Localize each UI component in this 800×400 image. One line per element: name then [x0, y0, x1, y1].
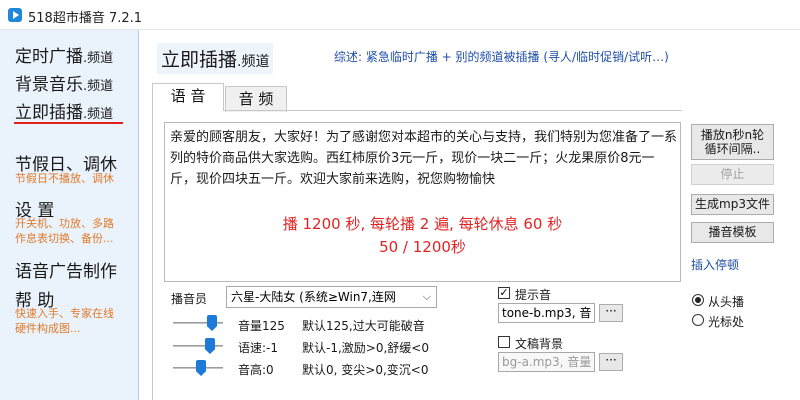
generate-mp3-button[interactable]: 生成mp3文件: [691, 194, 774, 215]
sidebar-holiday-desc: 节假日不播放、调休: [15, 172, 114, 185]
message-textarea[interactable]: 亲爱的顾客朋友，大家好！为了感谢您对本超市的关心与支持，我们特别为您准备了一系列…: [164, 122, 681, 282]
sidebar-item-label: 立即插播: [15, 103, 83, 123]
page-title-suffix: .频道: [237, 54, 270, 70]
speed-hint: 默认-1,激励>0,舒缓<0: [302, 341, 429, 355]
sidebar-item-scheduled[interactable]: 定时广播.频道: [15, 42, 113, 67]
sidebar-item-suffix: .频道: [83, 79, 114, 94]
prompt-tone-browse-button[interactable]: ···: [599, 304, 623, 322]
prompt-tone-checkbox[interactable]: ✓: [498, 287, 510, 299]
page-title-main: 立即插播: [161, 49, 238, 71]
loop-play-button[interactable]: 播放n秒n轮 循环间隔..: [691, 124, 774, 160]
app-logo-icon: [8, 8, 22, 22]
pitch-hint: 默认0, 变尖>0,变沉<0: [302, 363, 429, 377]
active-item-underline: [14, 122, 123, 124]
pitch-label: 音高:0: [238, 363, 274, 377]
sidebar-item-label: 背景音乐: [15, 75, 83, 95]
sidebar-help-desc-2: 硬件构成图...: [15, 322, 81, 335]
sidebar-item-suffix: .频道: [83, 107, 114, 122]
playback-config-text: 播 1200 秒, 每轮播 2 遍, 每轮休息 60 秒: [282, 215, 563, 233]
sidebar-help-desc-1: 快速入手、专家在线: [15, 307, 114, 320]
play-from-cursor-label: 光标处: [708, 315, 745, 329]
text-background-browse-button[interactable]: ···: [599, 353, 623, 371]
sidebar-item-voice-ad[interactable]: 语音广告制作: [15, 257, 117, 282]
playback-progress-text: 50 / 1200秒: [379, 238, 466, 256]
tab-audio[interactable]: 音 频: [225, 86, 287, 112]
text-background-checkbox[interactable]: [498, 336, 510, 348]
announcer-label: 播音员: [171, 292, 208, 306]
volume-hint: 默认125,过大可能破音: [302, 319, 425, 333]
insert-pause-link[interactable]: 插入停顿: [691, 256, 739, 273]
play-from-cursor-radio[interactable]: [692, 314, 704, 326]
speed-slider[interactable]: [173, 345, 223, 347]
sidebar-item-background-music[interactable]: 背景音乐.频道: [15, 70, 113, 95]
sidebar-item-instant-insert[interactable]: 立即插播.频道: [15, 98, 113, 123]
sidebar-item-suffix: .频道: [83, 51, 114, 66]
announcer-select[interactable]: 六星-大陆女 (系统≥Win7,连网 ⌵: [226, 286, 437, 308]
play-from-start-radio[interactable]: [692, 294, 704, 306]
play-from-start-label: 从头播: [708, 295, 745, 309]
text-background-label: 文稿背景: [515, 337, 564, 351]
text-background-file-input[interactable]: bg-a.mp3, 音量: [498, 352, 595, 372]
tab-voice[interactable]: 语 音: [152, 83, 224, 111]
message-text: 亲爱的顾客朋友，大家好！为了感谢您对本超市的关心与支持，我们特别为您准备了一系列…: [170, 130, 678, 187]
volume-label: 音量125: [238, 319, 285, 333]
sidebar-settings-desc-1: 开关机、功放、多路: [15, 217, 114, 230]
page-summary: 综述: 紧急临时广播 + 别的频道被插播 (寻人/临时促销/试听…): [334, 50, 669, 64]
chevron-down-icon: ⌵: [422, 290, 431, 303]
prompt-tone-file-input[interactable]: tone-b.mp3, 音: [498, 303, 595, 323]
speed-label: 语速:-1: [238, 341, 279, 355]
sidebar: 定时广播.频道 背景音乐.频道 立即插播.频道 节假日、调休 节假日不播放、调休…: [0, 30, 139, 400]
window-title: 518超市播音 7.2.1: [28, 11, 143, 26]
announcer-select-value: 六星-大陆女 (系统≥Win7,连网: [231, 290, 396, 304]
sidebar-settings-desc-2: 作息表切换、备份...: [15, 232, 114, 245]
prompt-tone-label: 提示音: [515, 288, 552, 302]
sidebar-item-label: 定时广播: [15, 47, 83, 67]
title-bar: 518超市播音 7.2.1: [0, 0, 800, 30]
page-title: 立即插播.频道: [157, 43, 274, 74]
voice-template-button[interactable]: 播音模板: [691, 222, 774, 243]
stop-button[interactable]: 停止: [691, 164, 774, 185]
